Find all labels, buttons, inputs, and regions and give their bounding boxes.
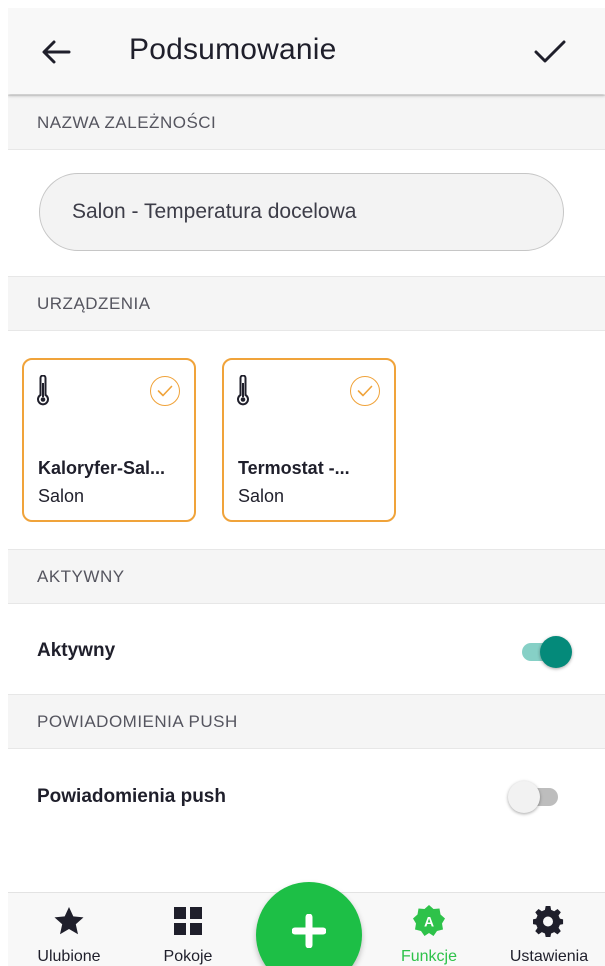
automation-icon: A — [412, 904, 446, 938]
nav-label: Ulubione — [37, 948, 101, 965]
check-icon — [534, 40, 566, 63]
push-toggle[interactable] — [508, 778, 562, 814]
svg-text:A: A — [424, 914, 434, 930]
nav-item-settings[interactable]: Ustawienia — [494, 893, 604, 966]
push-label: Powiadomienia push — [37, 786, 226, 807]
active-label: Aktywny — [37, 640, 116, 661]
selected-check-icon — [350, 376, 380, 406]
nav-item-rooms[interactable]: Pokoje — [133, 893, 243, 966]
section-header-devices: URZĄDZENIA — [8, 276, 605, 331]
back-button[interactable] — [36, 32, 76, 72]
nav-label: Funkcje — [400, 948, 458, 965]
toggle-knob — [508, 781, 540, 813]
gear-icon — [532, 904, 566, 938]
rule-name-input[interactable]: Salon - Temperatura docelowa — [39, 173, 564, 251]
toggle-knob — [540, 636, 572, 668]
section-header-active: AKTYWNY — [8, 549, 605, 604]
nav-label: Ustawienia — [509, 948, 589, 965]
plus-icon — [292, 914, 326, 948]
thermometer-icon — [37, 375, 49, 406]
device-card[interactable]: Termostat -... Salon — [222, 358, 396, 522]
device-name: Termostat -... — [238, 458, 350, 478]
top-app-bar: Podsumowanie — [8, 8, 605, 94]
device-name: Kaloryfer-Sal... — [38, 458, 166, 478]
section-header-name: NAZWA ZALEŻNOŚCI — [8, 95, 605, 150]
nav-item-functions[interactable]: A Funkcje — [374, 893, 484, 966]
arrow-left-icon — [42, 40, 71, 64]
device-room: Salon — [238, 486, 285, 506]
star-icon — [52, 904, 86, 938]
active-toggle[interactable] — [520, 633, 574, 669]
device-card[interactable]: Kaloryfer-Sal... Salon — [22, 358, 196, 522]
selected-check-icon — [150, 376, 180, 406]
thermometer-icon — [237, 375, 249, 406]
app-screen: Podsumowanie NAZWA ZALEŻNOŚCI Salon - Te… — [8, 8, 605, 966]
section-header-push: POWIADOMIENIA PUSH — [8, 694, 605, 749]
device-room: Salon — [38, 486, 85, 506]
confirm-button[interactable] — [530, 32, 570, 72]
page-title: Podsumowanie — [129, 33, 337, 66]
nav-item-favorites[interactable]: Ulubione — [14, 893, 124, 966]
grid-icon — [171, 904, 205, 938]
nav-label: Pokoje — [163, 948, 213, 965]
